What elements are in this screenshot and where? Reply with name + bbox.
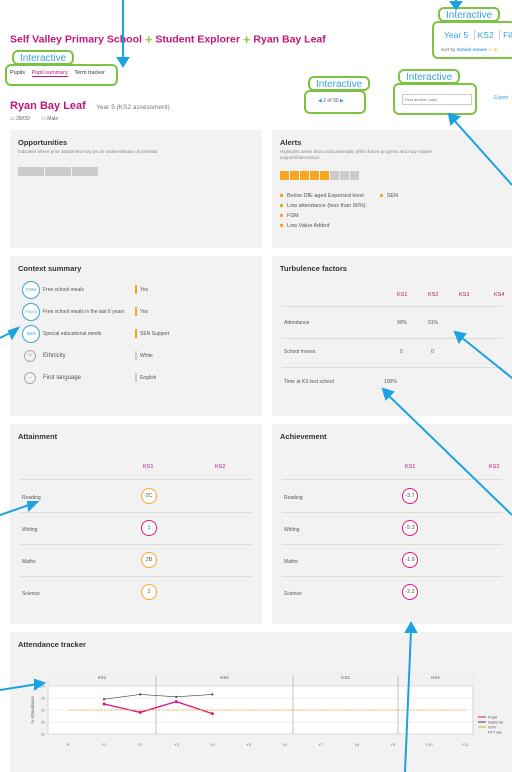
y-tick-label: 80: [41, 733, 45, 737]
attainment-grade: 2C: [141, 488, 157, 504]
legend-label: FFT ale: [488, 730, 502, 735]
attendance-chart: 100 95 90 85 80 KS1 KS2 KS3 KS4 R Y1 Y2 Y3 Y4 Y5 Y6 Y7 Y8…: [30, 673, 503, 747]
alert-item: Low Value Added: [280, 221, 504, 231]
fsm-badge: FSM: [22, 281, 40, 299]
interactive-callout: Interactive: [438, 7, 501, 22]
prev-pupil-icon[interactable]: ◀: [318, 98, 322, 104]
data-point-national: [211, 693, 214, 696]
sen-badge: SEN: [22, 325, 40, 343]
y-tick-label: 85: [41, 721, 45, 725]
ks-label: KS4: [431, 675, 440, 680]
opportunities-panel: Opportunities Indicates where prior atta…: [10, 130, 262, 248]
achievement-score: -1.9: [402, 552, 418, 568]
ks-label: KS2: [220, 675, 229, 680]
opportunities-bar: [18, 163, 254, 181]
breadcrumb-pupil[interactable]: Ryan Bay Leaf: [253, 34, 325, 46]
alerts-title: Alerts: [280, 138, 302, 147]
interactive-callout: Interactive: [398, 69, 461, 84]
year-selector-highlight: [432, 21, 512, 59]
alerts-list: Below DfE aged Expected level SEN Low att…: [280, 191, 504, 231]
interactive-callout: Interactive: [308, 76, 371, 91]
alerts-indicator-bar: [280, 167, 504, 185]
data-point-national: [139, 693, 142, 696]
y-tick-label: 95: [41, 697, 45, 701]
x-tick-label: Y7: [318, 742, 324, 747]
x-tick-label: Y5: [246, 742, 252, 747]
alert-item: FSM: [280, 211, 504, 221]
pupil-name: Ryan Bay Leaf: [10, 100, 86, 112]
attainment-grade: 2B: [141, 552, 157, 568]
x-tick-label: Y11: [462, 742, 470, 747]
achievement-score: -2.2: [402, 584, 418, 600]
find-pupil-input[interactable]: [402, 94, 472, 105]
breadcrumb: Self Valley Primary School + Student Exp…: [10, 32, 326, 47]
x-tick-label: Y9: [390, 742, 396, 747]
interactive-callout: Interactive: [12, 50, 75, 65]
x-tick-label: Y3: [174, 742, 180, 747]
person-icon: ⚇: [41, 116, 46, 122]
achievement-table: KS1 KS2 Reading -3.7 Writing -5.3 Maths …: [272, 424, 512, 624]
achievement-score: -3.7: [402, 488, 418, 504]
data-point-pupil: [138, 710, 142, 714]
ks-header-row: [47, 673, 474, 687]
data-point-pupil: [210, 712, 214, 716]
x-tick-label: Y4: [210, 742, 216, 747]
x-tick-label: Y1: [102, 742, 108, 747]
ethnicity-icon: ☺: [24, 350, 36, 362]
sort-control[interactable]: Sort by School moves (+ 2): [441, 47, 498, 52]
pupil-header: Ryan Bay Leaf Year 5 (KS2 assessment): [10, 96, 170, 114]
breadcrumb-school[interactable]: Self Valley Primary School: [10, 34, 142, 46]
fsm6-badge: FSM 6: [22, 303, 40, 321]
ks-label: KS3: [341, 675, 350, 680]
breadcrumb-separator-icon: +: [144, 32, 153, 47]
achievement-score: -5.3: [402, 520, 418, 536]
year-selector[interactable]: Year 5 KS2 Fil: [444, 30, 512, 40]
export-link[interactable]: Export: [494, 95, 508, 101]
tab-bar: Pupils Pupil summary Term tracker: [10, 70, 110, 77]
alert-item: Low attendance (less than 90%): [280, 201, 504, 211]
next-pupil-icon[interactable]: ▶: [340, 98, 344, 104]
alerts-panel: Alerts Highlights areas that could poten…: [272, 130, 512, 248]
pupil-year: Year 5 (KS2 assessment): [96, 104, 170, 111]
year-button[interactable]: Year 5: [444, 30, 468, 40]
ks-button[interactable]: KS2: [478, 30, 494, 40]
calendar-icon: ▭: [10, 116, 15, 122]
pupil-meta: ▭ 28/05/ ⚇ Male: [10, 116, 59, 122]
x-tick-label: Y2: [138, 742, 144, 747]
context-rows: FSM Free school meals Yes FSM 6 Free sch…: [10, 256, 262, 416]
tab-term-tracker[interactable]: Term tracker: [74, 70, 105, 76]
data-point-national: [102, 698, 106, 701]
breadcrumb-explorer[interactable]: Student Explorer: [155, 34, 240, 46]
breadcrumb-separator-icon: +: [242, 32, 251, 47]
x-tick-label: Y6: [282, 742, 288, 747]
attainment-grade: 2: [141, 584, 157, 600]
y-tick-label: 100: [39, 685, 45, 689]
x-tick-label: Y10: [425, 742, 433, 747]
data-point-pupil: [102, 702, 106, 706]
attainment-grade: 1: [141, 520, 157, 536]
ks-label: KS1: [98, 675, 107, 680]
turbulence-table: KS1 KS2 KS3 KS4 Attendance 90% 91% Schoo…: [282, 292, 505, 385]
data-point-national: [175, 695, 178, 698]
filter-button[interactable]: Fil: [503, 30, 512, 40]
speech-bubble-icon: …: [24, 372, 36, 384]
attainment-table: KS1 KS2 Reading 2C Writing 1 Maths 2B Sc…: [10, 424, 262, 624]
tab-pupil-summary[interactable]: Pupil summary: [31, 70, 68, 77]
tab-pupils[interactable]: Pupils: [10, 70, 25, 76]
x-tick-label: R: [67, 742, 70, 747]
alerts-subtitle: Highlights areas that could potentially …: [280, 149, 433, 160]
data-point-pupil: [174, 700, 178, 704]
y-tick-label: 90: [41, 709, 45, 713]
pupil-pager: ◀ 2 of 30 ▶: [318, 98, 344, 104]
opportunities-subtitle: Indicates where prior attainment may be …: [18, 149, 158, 154]
x-tick-label: Y8: [354, 742, 360, 747]
y-axis-label: % Attendance: [30, 696, 35, 724]
alert-item: Below DfE aged Expected level SEN: [280, 191, 504, 201]
opportunities-title: Opportunities: [18, 138, 68, 147]
